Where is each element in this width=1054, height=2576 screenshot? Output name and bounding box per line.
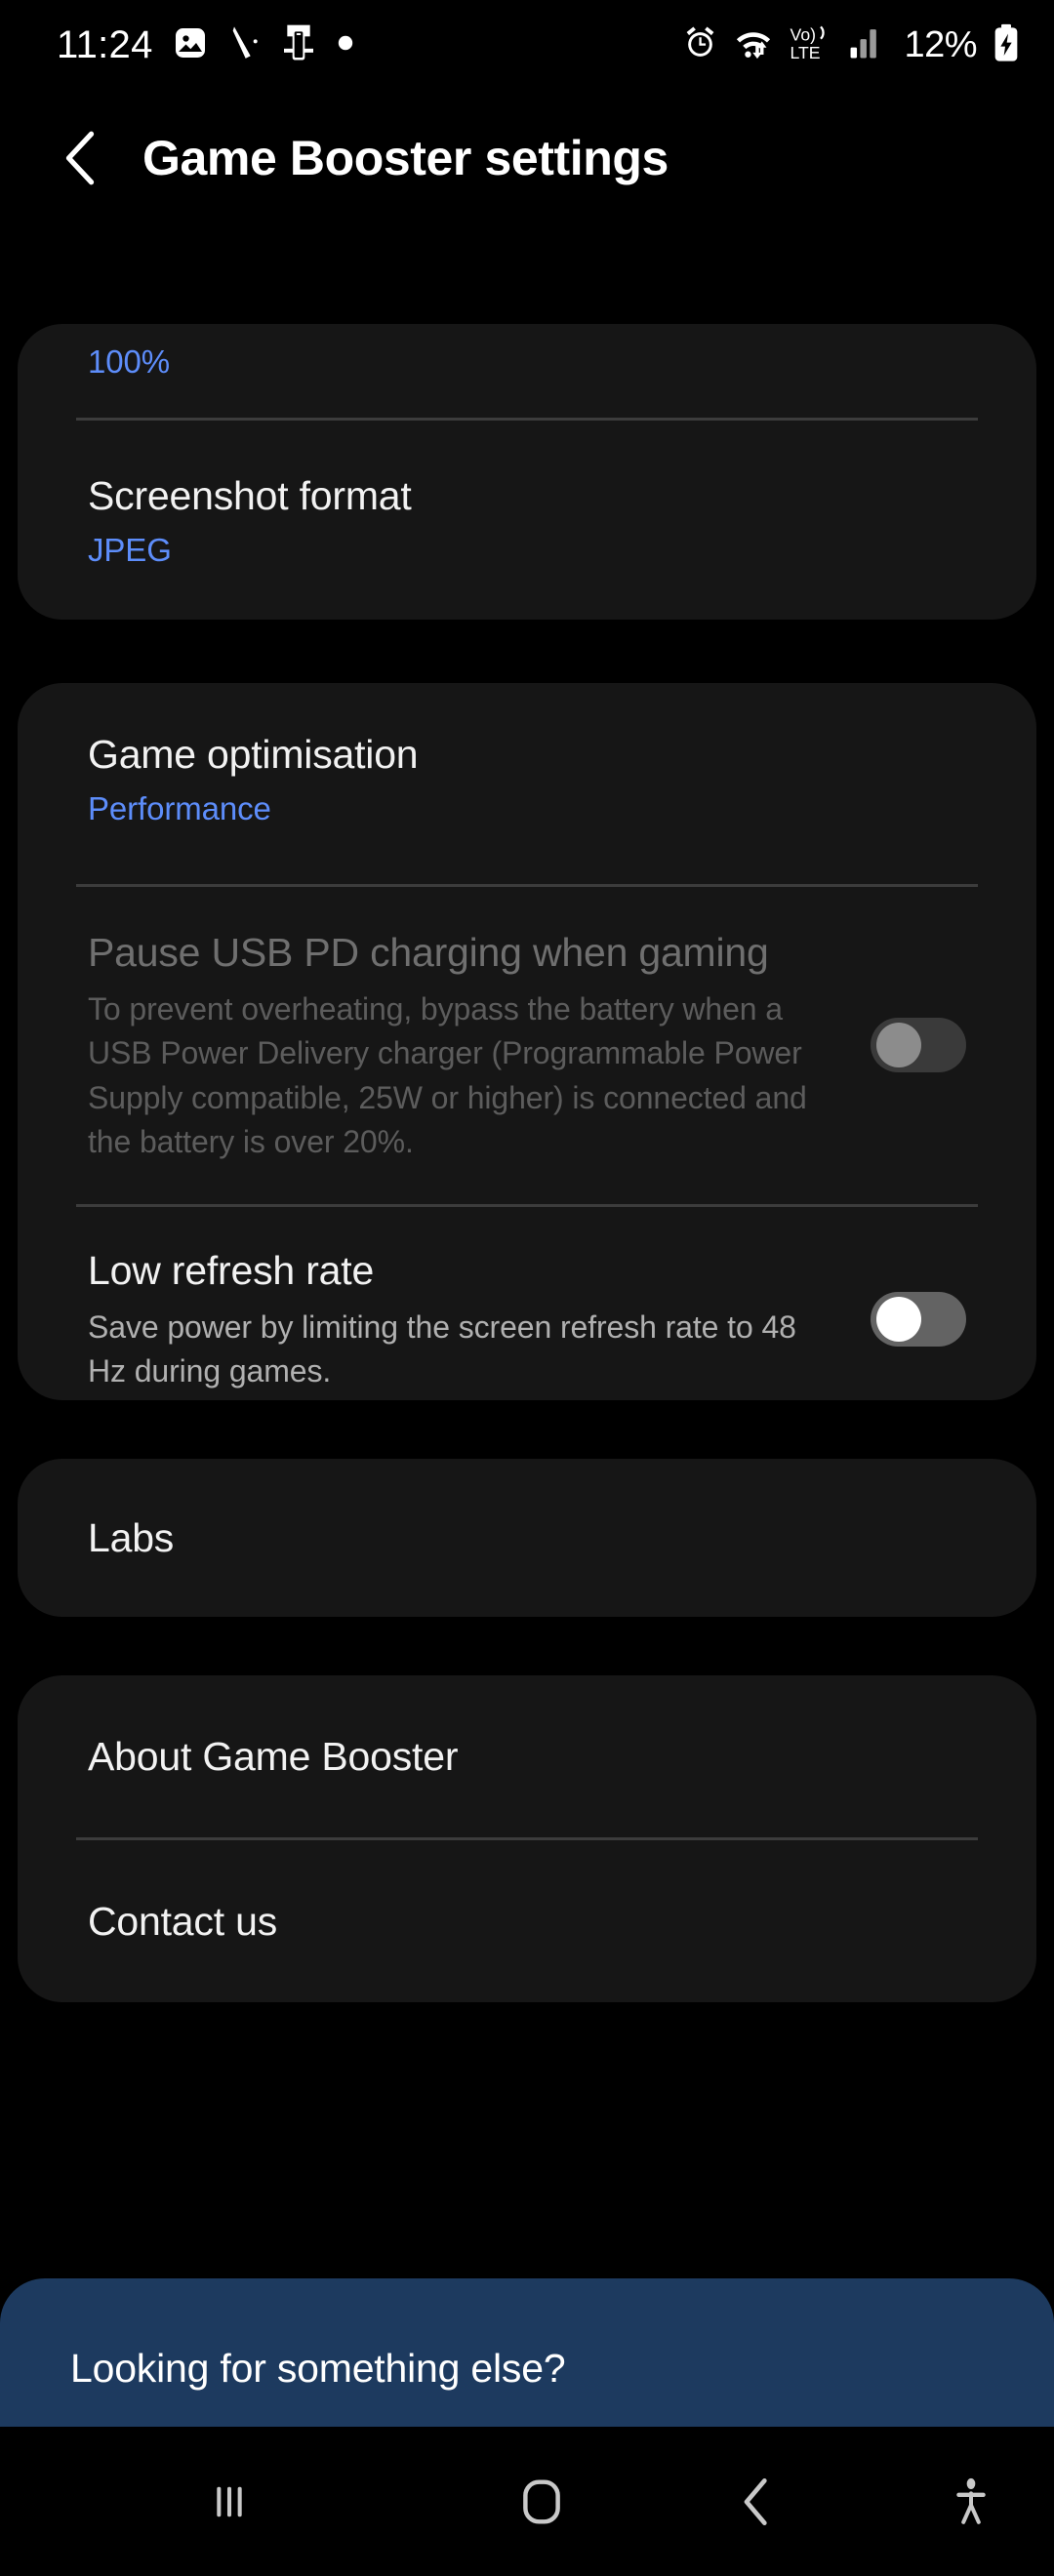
row-game-optimisation[interactable]: Game optimisation Performance: [18, 683, 1036, 884]
looking-for-something-else-banner[interactable]: Looking for something else?: [0, 2278, 1054, 2427]
contact-us-title: Contact us: [88, 1899, 277, 1945]
pause-usb-pd-title: Pause USB PD charging when gaming: [88, 929, 769, 975]
back-icon: [744, 2477, 767, 2525]
chevron-left-icon: [65, 131, 95, 185]
back-button[interactable]: [59, 129, 101, 187]
recents-icon: [217, 2486, 242, 2516]
game-optimisation-title: Game optimisation: [88, 732, 419, 777]
stylus-icon: [227, 23, 261, 67]
dot-icon: [337, 34, 354, 57]
alarm-icon: [682, 24, 718, 65]
page-title: Game Booster settings: [142, 131, 669, 185]
pause-usb-pd-description: To prevent overheating, bypass the batte…: [88, 990, 807, 1160]
nav-home-button[interactable]: [459, 2476, 625, 2527]
game-optimisation-value: Performance: [88, 790, 271, 827]
banner-label: Looking for something else?: [70, 2346, 566, 2391]
svg-text:LTE: LTE: [790, 43, 821, 62]
status-bar-right: Vo) LTE 12%: [682, 23, 1021, 67]
accessibility-icon: [956, 2477, 986, 2524]
row-pause-usb-pd-charging: Pause USB PD charging when gaming To pre…: [18, 887, 1036, 1204]
settings-scroll-container[interactable]: 100% Screenshot format JPEG Game optimis…: [0, 226, 1054, 2427]
navigation-bar: [0, 2427, 1054, 2576]
battery-charging-icon: [992, 23, 1021, 67]
screenshot-format-title: Screenshot format: [88, 472, 412, 518]
card-info: About Game Booster Contact us: [18, 1675, 1036, 2002]
status-bar: 11:24 Vo) LTE 12%: [0, 0, 1054, 90]
volte-icon: Vo) LTE: [789, 23, 833, 67]
card-labs: Labs: [18, 1459, 1036, 1617]
home-icon: [523, 2478, 560, 2524]
card-screenshot-settings: 100% Screenshot format JPEG: [18, 324, 1036, 620]
pause-usb-pd-toggle: [871, 1018, 966, 1073]
screenshot-quality-value: 100%: [88, 343, 171, 380]
wifi-icon: [733, 24, 774, 66]
labs-title: Labs: [88, 1515, 175, 1560]
toggle-knob: [876, 1023, 921, 1068]
about-game-booster-title: About Game Booster: [88, 1734, 459, 1779]
app-bar: Game Booster settings: [0, 90, 1054, 226]
phone-link-icon: [280, 23, 317, 67]
row-low-refresh-rate[interactable]: Low refresh rate Save power by limiting …: [18, 1207, 1036, 1439]
screenshot-format-value: JPEG: [88, 531, 172, 568]
low-refresh-rate-toggle[interactable]: [871, 1291, 966, 1347]
row-contact-us[interactable]: Contact us: [18, 1840, 1036, 2002]
card-game-performance: Game optimisation Performance Pause USB …: [18, 683, 1036, 1400]
toggle-knob: [876, 1296, 921, 1342]
low-refresh-rate-description: Save power by limiting the screen refres…: [88, 1308, 796, 1389]
row-about-game-booster[interactable]: About Game Booster: [18, 1675, 1036, 1837]
nav-back-button[interactable]: [625, 2477, 888, 2526]
svg-text:Vo): Vo): [790, 24, 816, 44]
battery-percent-label: 12%: [904, 23, 977, 65]
row-labs[interactable]: Labs: [18, 1459, 1036, 1617]
nav-recents-button[interactable]: [0, 2480, 459, 2523]
status-bar-left: 11:24: [57, 23, 354, 67]
phone-screen: 11:24 Vo) LTE 12% Game Booster settings …: [0, 0, 1054, 2576]
image-icon: [173, 25, 208, 65]
nav-accessibility-button[interactable]: [888, 2476, 1054, 2527]
signal-icon: [848, 26, 883, 64]
low-refresh-rate-title: Low refresh rate: [88, 1247, 375, 1293]
row-screenshot-format[interactable]: Screenshot format JPEG: [18, 421, 1036, 627]
status-bar-clock: 11:24: [57, 22, 153, 66]
row-screenshot-quality[interactable]: 100%: [18, 324, 1036, 418]
